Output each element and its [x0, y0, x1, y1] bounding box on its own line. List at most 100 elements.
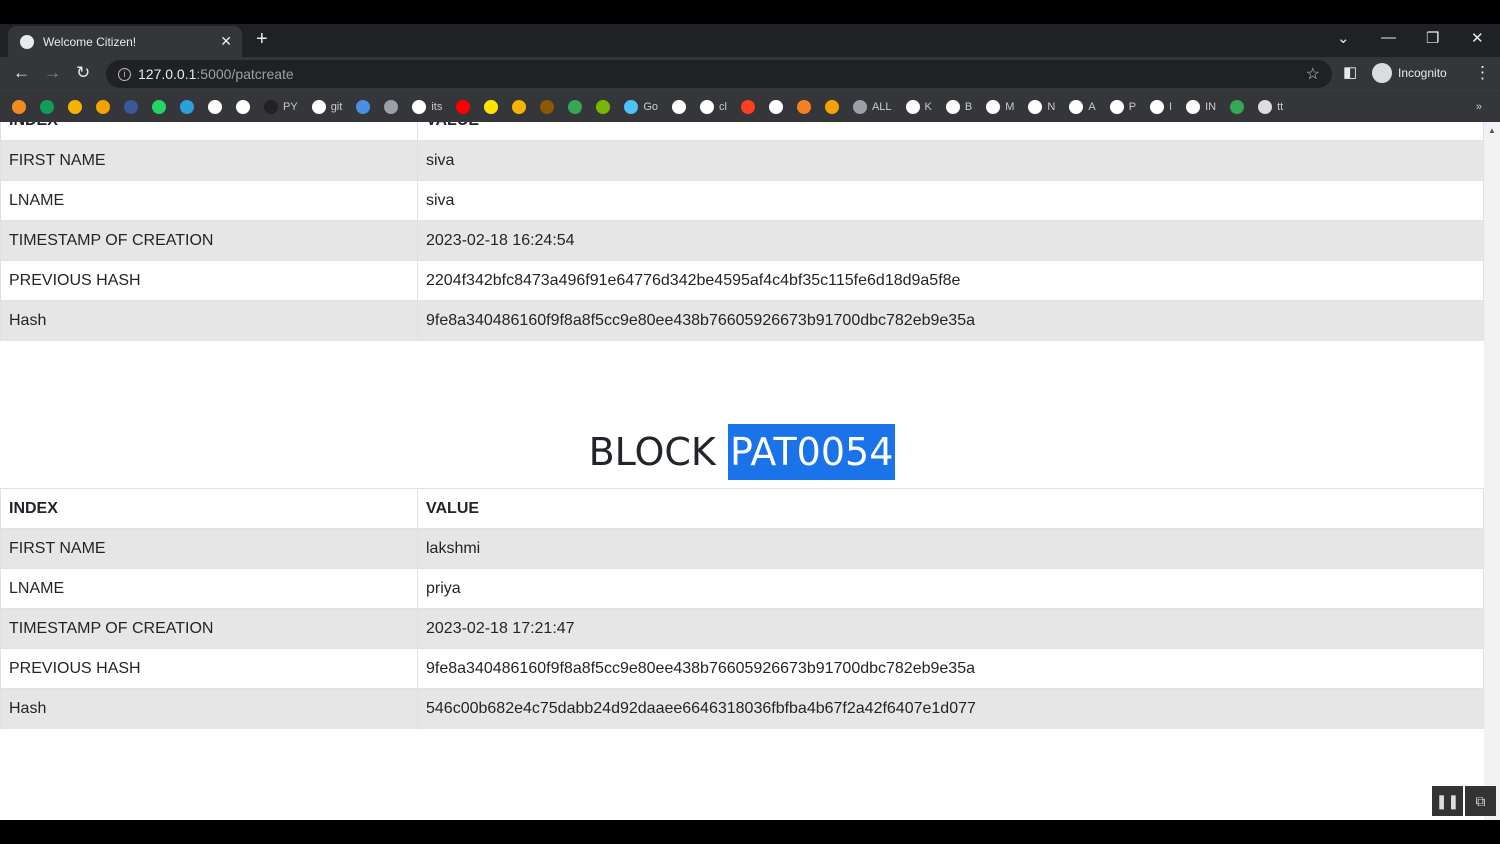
bookmark-item[interactable]: IN	[1186, 99, 1217, 114]
profile-label: Incognito	[1398, 66, 1447, 80]
side-panel-icon[interactable]: ◧	[1343, 63, 1357, 81]
bookmark-favicon-icon	[768, 99, 783, 114]
bookmark-item[interactable]	[768, 99, 783, 114]
value-cell: 9fe8a340486160f9f8a8f5cc9e80ee438b766059…	[417, 300, 1484, 341]
value-cell: 2204f342bfc8473a496f91e64776d342be4595af…	[417, 260, 1484, 301]
bookmark-favicon-icon	[596, 99, 611, 114]
bookmark-item[interactable]: Go	[624, 99, 658, 114]
bookmark-favicon-icon	[905, 99, 920, 114]
bookmark-item[interactable]: B	[945, 99, 972, 114]
bookmark-item[interactable]	[96, 99, 110, 114]
tab-welcome[interactable]: Welcome Citizen! ✕	[8, 26, 242, 57]
bookmark-item[interactable]	[208, 99, 222, 114]
index-cell: TIMESTAMP OF CREATION	[0, 220, 418, 261]
minimize-button[interactable]: —	[1381, 29, 1396, 46]
new-tab-button[interactable]: +	[256, 28, 268, 51]
bookmark-item[interactable]	[568, 99, 583, 114]
bookmark-item[interactable]	[124, 99, 138, 114]
block-table-1: INDEXVALUEFIRST NAMEsivaLNAMEsivaTIMESTA…	[0, 122, 1484, 341]
bookmark-item[interactable]	[596, 99, 611, 114]
bookmark-item[interactable]	[40, 99, 54, 114]
bookmark-item[interactable]: I	[1150, 99, 1172, 114]
bookmark-label: K	[924, 100, 932, 113]
recording-controls: ❚❚ ⧉	[1432, 786, 1496, 816]
tab-search-icon[interactable]: ⌄	[1337, 29, 1350, 47]
bookmark-label: PY	[283, 100, 298, 113]
bookmark-item[interactable]	[356, 99, 371, 114]
scroll-up-icon[interactable]: ▲	[1488, 126, 1496, 135]
bookmark-item[interactable]	[740, 99, 755, 114]
bookmark-item[interactable]: git	[311, 99, 342, 114]
bookmark-favicon-icon	[1109, 99, 1124, 114]
address-bar[interactable]: i 127.0.0.1:5000/patcreate ☆	[106, 60, 1332, 88]
bookmark-favicon-icon	[1150, 99, 1165, 114]
bookmark-item[interactable]: P	[1109, 99, 1136, 114]
bookmark-item[interactable]	[68, 99, 82, 114]
scrollbar[interactable]: ▲	[1484, 122, 1500, 820]
bookmark-item[interactable]	[540, 99, 555, 114]
pause-icon[interactable]: ❚❚	[1432, 786, 1463, 816]
bookmark-favicon-icon	[456, 99, 471, 114]
bookmark-item[interactable]: N	[1028, 99, 1055, 114]
bookmark-item[interactable]: ALL	[852, 99, 892, 114]
bookmark-item[interactable]: PY	[264, 99, 298, 114]
table-row: LNAME priya	[0, 568, 1484, 609]
url-host: 127.0.0.1	[138, 66, 197, 82]
info-icon[interactable]: i	[118, 67, 131, 81]
close-window-button[interactable]: ✕	[1471, 29, 1484, 47]
block-heading: BLOCK PAT0054	[0, 424, 1484, 480]
bookmark-item[interactable]	[236, 99, 250, 114]
index-cell: FIRST NAME	[0, 140, 418, 181]
bookmark-item[interactable]: cl	[700, 99, 727, 114]
block-table-2: INDEX VALUE FIRST NAME lakshmi LNAME priya TIM…	[0, 488, 1484, 729]
restore-button[interactable]: ❐	[1426, 29, 1439, 47]
table-row: TIMESTAMP OF CREATION 2023-02-18 17:21:47	[0, 608, 1484, 649]
index-cell: PREVIOUS HASH	[0, 648, 418, 689]
tab-title: Welcome Citizen!	[43, 34, 137, 49]
bookmark-item[interactable]: A	[1069, 99, 1096, 114]
bookmark-favicon-icon	[208, 99, 222, 114]
bookmark-item[interactable]: K	[905, 99, 932, 114]
index-cell: TIMESTAMP OF CREATION	[0, 608, 418, 649]
table-header-row: INDEXVALUE	[0, 488, 1484, 529]
index-cell: LNAME	[0, 568, 418, 609]
bookmark-item[interactable]	[796, 99, 811, 114]
bookmark-favicon-icon	[96, 99, 110, 114]
value-cell: 2023-02-18 17:21:47	[417, 608, 1484, 649]
bookmark-item[interactable]	[180, 99, 194, 114]
bookmark-favicon-icon	[740, 99, 755, 114]
close-tab-icon[interactable]: ✕	[220, 33, 232, 50]
incognito-badge[interactable]: Incognito	[1372, 61, 1447, 85]
bookmark-favicon-icon	[311, 99, 326, 114]
back-icon[interactable]: ←	[13, 63, 30, 83]
table-header-row: INDEXVALUE	[0, 122, 1484, 141]
bookmark-item[interactable]	[824, 99, 839, 114]
bookmark-item[interactable]	[1230, 99, 1245, 114]
bookmark-favicon-icon	[180, 99, 194, 114]
more-bookmarks-icon[interactable]: »	[1476, 101, 1482, 113]
reload-icon[interactable]: ↻	[76, 63, 90, 83]
bookmark-item[interactable]	[484, 99, 499, 114]
value-cell: 2023-02-18 16:24:54	[417, 220, 1484, 261]
bookmark-item[interactable]: its	[412, 99, 442, 114]
bookmark-item[interactable]	[12, 99, 26, 114]
bookmark-star-icon[interactable]: ☆	[1306, 64, 1320, 84]
bookmark-item[interactable]	[512, 99, 527, 114]
bookmark-label: IN	[1205, 100, 1217, 113]
bookmark-label: M	[1005, 100, 1015, 113]
bookmark-favicon-icon	[384, 99, 399, 114]
bookmark-item[interactable]: M	[986, 99, 1015, 114]
bookmark-item[interactable]	[152, 99, 166, 114]
bookmark-favicon-icon	[356, 99, 371, 114]
forward-icon[interactable]: →	[44, 63, 61, 83]
bookmark-item[interactable]: tt	[1258, 99, 1283, 114]
pip-icon[interactable]: ⧉	[1465, 786, 1496, 816]
bookmark-item[interactable]	[384, 99, 399, 114]
menu-icon[interactable]: ⋮	[1474, 63, 1491, 83]
bookmark-favicon-icon	[568, 99, 583, 114]
bookmark-item[interactable]	[672, 99, 686, 114]
block-id-selected: PAT0054	[727, 424, 896, 480]
bookmark-item[interactable]	[456, 99, 471, 114]
value-cell: lakshmi	[417, 528, 1484, 569]
bookmark-favicon-icon	[412, 99, 427, 114]
